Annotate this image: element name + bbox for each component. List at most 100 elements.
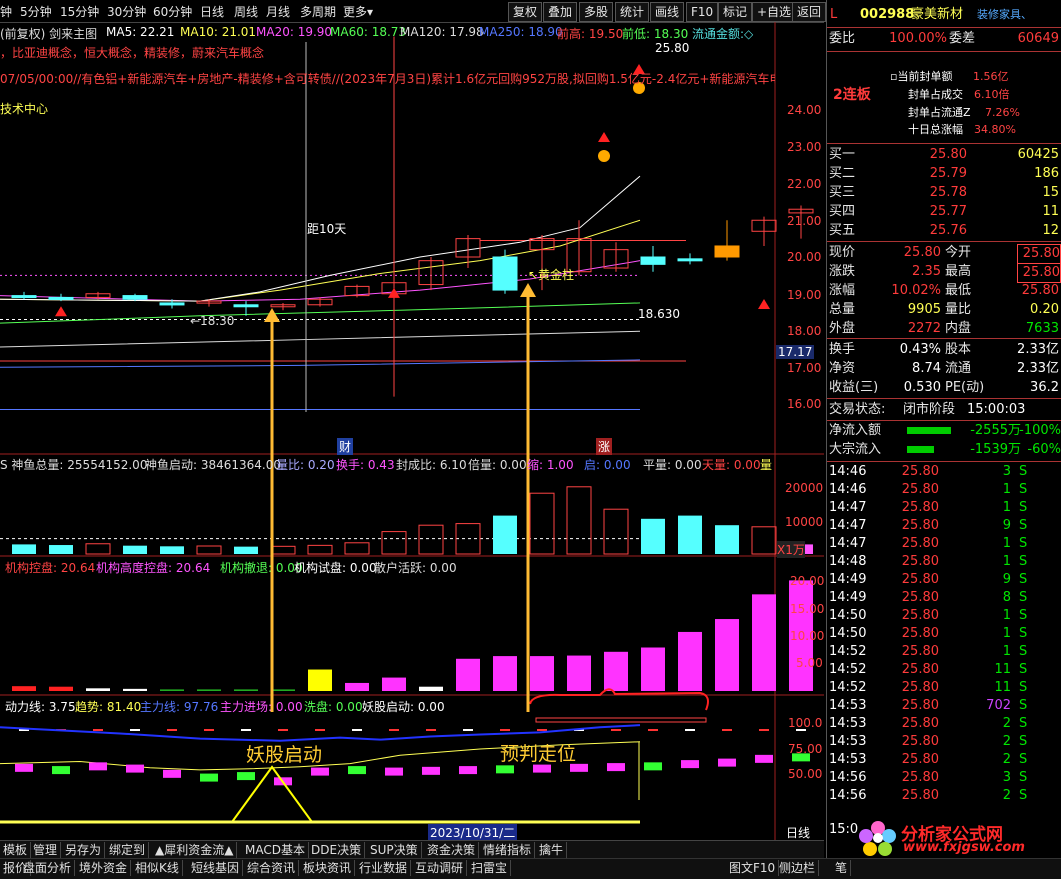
vol-seal-ratio: 封成比: 6.10: [396, 458, 467, 472]
tick-price: 25.80: [901, 788, 939, 803]
bid-row[interactable]: 买一 25.80 60425: [827, 146, 1061, 164]
tab-bind[interactable]: 绑定到: [106, 842, 150, 858]
fuquan-button[interactable]: 复权: [508, 2, 543, 22]
bid-row[interactable]: 买五 25.76 12: [827, 222, 1061, 240]
institution-bar: [234, 689, 258, 691]
period-tab-15min[interactable]: 15分钟: [60, 3, 99, 20]
tick-volume: 8: [1002, 590, 1011, 605]
tab-market-analysis[interactable]: 盘面分析: [20, 860, 76, 876]
concept-line: ，比亚迪概念，恒大概念，精装修，蔚来汽车概念: [0, 46, 265, 60]
volume-bar: [12, 544, 36, 554]
volume-bar: [381, 531, 407, 555]
tab-foreign-capital[interactable]: 境外资金: [76, 860, 132, 876]
tick-time: 14:56: [829, 770, 867, 785]
quote-label: 量比: [945, 302, 972, 317]
tab-save-as[interactable]: 另存为: [62, 842, 106, 858]
volume-bar: [641, 518, 665, 554]
tick-row: 14:52 25.80 11 S: [827, 661, 1061, 679]
tab-sector-news[interactable]: 板块资讯: [300, 860, 356, 876]
multi-stock-button[interactable]: 多股: [579, 2, 614, 22]
chart-area[interactable]: (前复权) 剑来主图 MA5: 22.21 MA10: 21.01 MA20: …: [0, 22, 824, 842]
institution-bar: [456, 658, 480, 691]
back-button[interactable]: 返回: [792, 2, 827, 22]
tab-manage[interactable]: 管理: [30, 842, 62, 858]
prev-low-label: 前低: 18.30: [622, 27, 689, 41]
tab-short-gene[interactable]: 短线基因: [188, 860, 244, 876]
period-tab-day[interactable]: 日线: [200, 3, 224, 20]
bid-row[interactable]: 买二 25.79 186: [827, 165, 1061, 183]
tick-price: 25.80: [901, 752, 939, 767]
quote-value: 25.80: [1017, 263, 1061, 283]
statistics-button[interactable]: 统计: [615, 2, 650, 22]
tab-research[interactable]: 互动调研: [412, 860, 468, 876]
monster-start: 妖股启动: 0.00: [362, 700, 445, 714]
tab-mine-sweeper[interactable]: 扫雷宝: [468, 860, 512, 876]
tab-news[interactable]: 综合资讯: [244, 860, 300, 876]
tab-pen[interactable]: 笔: [832, 860, 852, 876]
tab-fund-decision[interactable]: 资金决策: [424, 842, 480, 858]
tick-row: 14:48 25.80 1 S: [827, 553, 1061, 571]
period-tab-5min[interactable]: 5分钟: [20, 3, 52, 20]
tab-similar-kline[interactable]: 相似K线: [132, 860, 183, 876]
tick-side: S: [1019, 734, 1028, 749]
tab-sup[interactable]: SUP决策: [367, 842, 422, 858]
tick-time: 14:46: [829, 464, 867, 479]
institution-bar: [12, 686, 36, 691]
kline-chart[interactable]: [0, 22, 824, 842]
block-inflow-pct: -60%: [1027, 442, 1061, 457]
vol-unit: X1万: [777, 541, 805, 558]
tick-volume: 9: [1002, 518, 1011, 533]
tick-time: 14:48: [829, 554, 867, 569]
period-tab-multi[interactable]: 多周期: [300, 3, 336, 20]
tab-industry-data[interactable]: 行业数据: [356, 860, 412, 876]
draw-line-button[interactable]: 画线: [650, 2, 685, 22]
tick-time: 14:49: [829, 590, 867, 605]
seal-label: ▫当前封单额: [890, 70, 953, 83]
bid-row[interactable]: 买四 25.77 11: [827, 203, 1061, 221]
period-tab-1min[interactable]: 钟: [0, 3, 12, 20]
volume-bar: [715, 525, 739, 554]
block-inflow-bar: [907, 446, 934, 453]
quote-value: 0.20: [1030, 302, 1059, 317]
net-inflow-bar: [907, 427, 951, 434]
vol-start2: 启: 0.00: [584, 458, 631, 472]
tab-template[interactable]: 模板: [0, 842, 32, 858]
institution-bar: [197, 689, 221, 691]
tab-sidebar[interactable]: 侧边栏: [776, 860, 820, 876]
date-cursor-label: 2023/10/31/二: [428, 824, 518, 841]
vol-start: 神鱼启动: 38461364.00: [145, 458, 282, 472]
ma60-label: MA60: 18.73: [330, 25, 407, 39]
stock-code[interactable]: 002988: [860, 6, 914, 24]
seal-label: 十日总涨幅: [908, 123, 963, 136]
ind-tick: 100.0: [788, 716, 823, 730]
tab-catch-bull[interactable]: 擒牛: [536, 842, 568, 858]
seal-label: 封单占流通Z: [908, 106, 971, 119]
mark-button[interactable]: 标记: [718, 2, 753, 22]
stock-name[interactable]: 豪美新材: [911, 6, 963, 24]
ma10-label: MA10: 21.01: [180, 25, 257, 39]
more-menu[interactable]: 更多▾: [343, 3, 373, 20]
watermark: 分析家公式网 www.fxjgsw.com: [859, 818, 1061, 858]
tab-macd[interactable]: MACD基本: [242, 842, 309, 858]
period-tab-30min[interactable]: 30分钟: [107, 3, 146, 20]
indicator-block: [422, 766, 440, 775]
tab-dde[interactable]: DDE决策: [308, 842, 366, 858]
overlay-button[interactable]: 叠加: [543, 2, 578, 22]
period-tab-month[interactable]: 月线: [266, 3, 290, 20]
ma20-label: MA20: 19.90: [256, 25, 333, 39]
stock-industry[interactable]: 装修家具、: [977, 6, 1032, 24]
finance-marker[interactable]: 财: [337, 438, 354, 455]
f10-button[interactable]: F10: [686, 2, 719, 22]
tick-row: 14:47 25.80 1 S: [827, 499, 1061, 517]
tab-capital-flow[interactable]: ▲犀利资金流▲: [152, 842, 238, 858]
period-tab-60min[interactable]: 60分钟: [153, 3, 192, 20]
tick-time: 14:49: [829, 572, 867, 587]
tick-time-partial: 15:0: [829, 822, 859, 837]
tick-row: 14:50 25.80 1 S: [827, 625, 1061, 643]
period-tab-week[interactable]: 周线: [234, 3, 258, 20]
tab-sentiment[interactable]: 情绪指标: [480, 842, 536, 858]
add-watchlist-button[interactable]: +自选: [752, 2, 797, 22]
tab-f10-graphic[interactable]: 图文F10: [726, 860, 780, 876]
bid-row[interactable]: 买三 25.78 15: [827, 184, 1061, 202]
limit-up-marker[interactable]: 涨: [596, 438, 613, 455]
